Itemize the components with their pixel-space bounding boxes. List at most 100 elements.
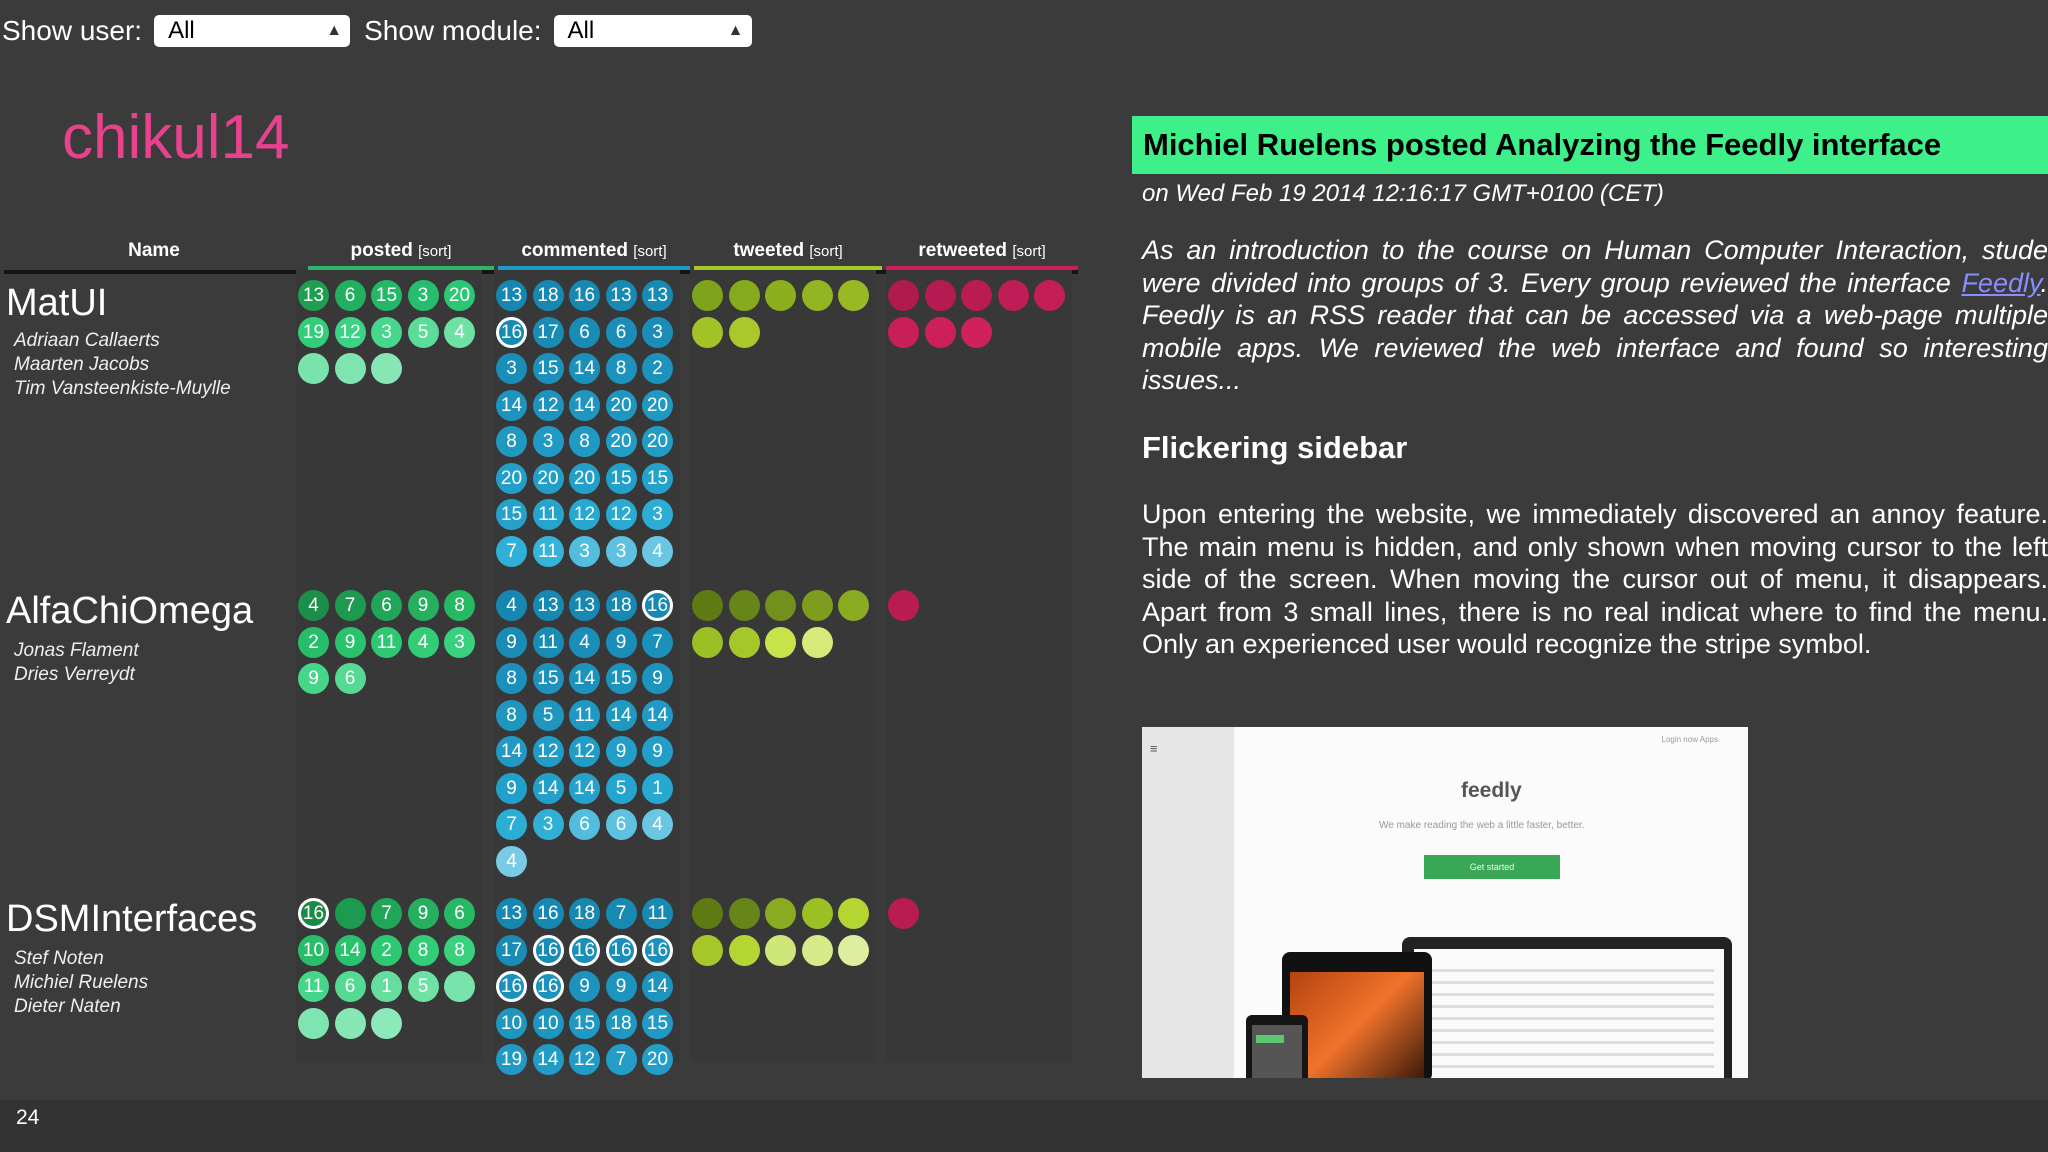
commented-activity-dot[interactable]: 18: [532, 280, 564, 311]
commented-activity-dot[interactable]: 13: [569, 590, 600, 621]
posted-activity-dot[interactable]: 3: [407, 280, 439, 311]
posted-activity-dot[interactable]: 9: [298, 663, 329, 694]
tweeted-activity-dot[interactable]: [728, 316, 760, 348]
retweeted-activity-dot[interactable]: [924, 280, 956, 311]
posted-activity-dot[interactable]: [298, 353, 329, 384]
group-name-alfachiomega[interactable]: AlfaChiOmega: [6, 590, 253, 633]
retweeted-activity-dot[interactable]: [888, 316, 919, 348]
tweeted-activity-dot[interactable]: [801, 280, 833, 311]
posted-activity-dot[interactable]: 2: [371, 934, 402, 966]
commented-activity-dot[interactable]: 16: [569, 934, 600, 966]
sort-retweeted-link[interactable]: [sort]: [1012, 243, 1045, 260]
commented-activity-dot[interactable]: 14: [496, 389, 527, 421]
tweeted-activity-dot[interactable]: [838, 934, 869, 966]
commented-activity-dot[interactable]: 9: [642, 663, 673, 694]
posted-activity-dot[interactable]: 2: [298, 626, 329, 658]
commented-activity-dot[interactable]: 6: [605, 316, 637, 348]
commented-activity-dot[interactable]: 14: [642, 699, 673, 731]
posted-activity-dot[interactable]: [298, 1007, 329, 1039]
commented-activity-dot[interactable]: 9: [642, 736, 673, 767]
commented-activity-dot[interactable]: 13: [496, 280, 527, 311]
posted-activity-dot[interactable]: 6: [334, 971, 366, 1002]
group-name-matui[interactable]: MatUI: [6, 282, 107, 325]
commented-activity-dot[interactable]: 1: [642, 772, 673, 804]
commented-activity-dot[interactable]: 16: [532, 971, 564, 1002]
commented-activity-dot[interactable]: 20: [642, 389, 673, 421]
commented-activity-dot[interactable]: 16: [496, 316, 527, 348]
commented-activity-dot[interactable]: 6: [605, 809, 637, 840]
tweeted-activity-dot[interactable]: [765, 590, 796, 621]
commented-activity-dot[interactable]: 14: [642, 971, 673, 1002]
show-user-select[interactable]: All ▲: [154, 15, 351, 47]
tweeted-activity-dot[interactable]: [838, 590, 869, 621]
commented-activity-dot[interactable]: 10: [496, 1007, 527, 1039]
retweeted-activity-dot[interactable]: [888, 898, 919, 929]
commented-activity-dot[interactable]: 9: [496, 626, 527, 658]
retweeted-activity-dot[interactable]: [1034, 280, 1065, 311]
commented-activity-dot[interactable]: 15: [642, 462, 673, 494]
commented-activity-dot[interactable]: 12: [569, 736, 600, 767]
tweeted-activity-dot[interactable]: [765, 898, 796, 929]
commented-activity-dot[interactable]: 9: [605, 626, 637, 658]
commented-activity-dot[interactable]: 20: [642, 1044, 673, 1075]
commented-activity-dot[interactable]: 15: [605, 663, 637, 694]
tweeted-activity-dot[interactable]: [801, 934, 833, 966]
posted-activity-dot[interactable]: 7: [371, 898, 402, 929]
retweeted-activity-dot[interactable]: [888, 280, 919, 311]
posted-activity-dot[interactable]: [371, 1007, 402, 1039]
commented-activity-dot[interactable]: 20: [496, 462, 527, 494]
tweeted-activity-dot[interactable]: [765, 280, 796, 311]
posted-activity-dot[interactable]: 11: [298, 971, 329, 1002]
commented-activity-dot[interactable]: 7: [496, 535, 527, 567]
tweeted-activity-dot[interactable]: [692, 280, 723, 311]
posted-activity-dot[interactable]: [371, 353, 402, 384]
commented-activity-dot[interactable]: 5: [532, 699, 564, 731]
commented-activity-dot[interactable]: 17: [496, 934, 527, 966]
commented-activity-dot[interactable]: 4: [642, 535, 673, 567]
commented-activity-dot[interactable]: 15: [496, 499, 527, 530]
commented-activity-dot[interactable]: 3: [496, 353, 527, 384]
commented-activity-dot[interactable]: 14: [532, 772, 564, 804]
posted-activity-dot[interactable]: 4: [444, 316, 475, 348]
commented-activity-dot[interactable]: 15: [605, 462, 637, 494]
posted-activity-dot[interactable]: 4: [298, 590, 329, 621]
commented-activity-dot[interactable]: 11: [532, 535, 564, 567]
commented-activity-dot[interactable]: 13: [605, 280, 637, 311]
tweeted-activity-dot[interactable]: [692, 316, 723, 348]
tweeted-activity-dot[interactable]: [801, 898, 833, 929]
posted-activity-dot[interactable]: 16: [298, 898, 329, 929]
posted-activity-dot[interactable]: 12: [334, 316, 366, 348]
posted-activity-dot[interactable]: 9: [407, 590, 439, 621]
posted-activity-dot[interactable]: 8: [407, 934, 439, 966]
commented-activity-dot[interactable]: 20: [605, 389, 637, 421]
commented-activity-dot[interactable]: 3: [569, 535, 600, 567]
commented-activity-dot[interactable]: 8: [496, 663, 527, 694]
commented-activity-dot[interactable]: 9: [569, 971, 600, 1002]
posted-activity-dot[interactable]: 7: [334, 590, 366, 621]
posted-activity-dot[interactable]: 8: [444, 590, 475, 621]
commented-activity-dot[interactable]: 20: [532, 462, 564, 494]
commented-activity-dot[interactable]: 14: [569, 663, 600, 694]
retweeted-activity-dot[interactable]: [961, 280, 992, 311]
posted-activity-dot[interactable]: 1: [371, 971, 402, 1002]
commented-activity-dot[interactable]: 15: [532, 663, 564, 694]
commented-activity-dot[interactable]: 7: [642, 626, 673, 658]
commented-activity-dot[interactable]: 3: [642, 499, 673, 530]
commented-activity-dot[interactable]: 14: [496, 736, 527, 767]
commented-activity-dot[interactable]: 8: [496, 699, 527, 731]
tweeted-activity-dot[interactable]: [728, 590, 760, 621]
commented-activity-dot[interactable]: 4: [496, 590, 527, 621]
commented-activity-dot[interactable]: 16: [569, 280, 600, 311]
commented-activity-dot[interactable]: 9: [496, 772, 527, 804]
commented-activity-dot[interactable]: 11: [642, 898, 673, 929]
tweeted-activity-dot[interactable]: [728, 280, 760, 311]
commented-activity-dot[interactable]: 20: [569, 462, 600, 494]
commented-activity-dot[interactable]: 19: [496, 1044, 527, 1075]
commented-activity-dot[interactable]: 8: [605, 353, 637, 384]
posted-activity-dot[interactable]: 9: [334, 626, 366, 658]
column-header-tweeted[interactable]: tweeted [sort]: [694, 236, 882, 270]
commented-activity-dot[interactable]: 16: [605, 934, 637, 966]
commented-activity-dot[interactable]: 18: [605, 1007, 637, 1039]
posted-activity-dot[interactable]: 8: [444, 934, 475, 966]
tweeted-activity-dot[interactable]: [692, 898, 723, 929]
